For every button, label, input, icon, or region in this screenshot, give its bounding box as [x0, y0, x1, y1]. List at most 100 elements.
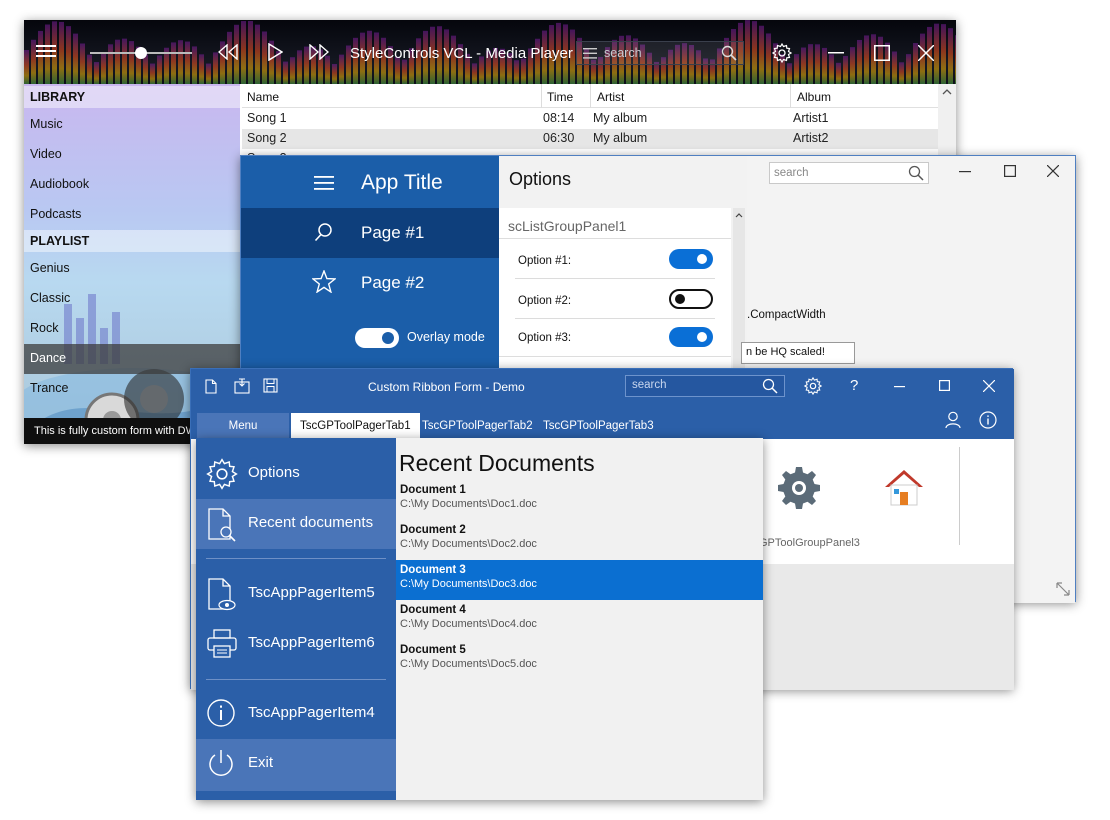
- new-document-icon[interactable]: [205, 379, 217, 394]
- equalizer-bar: [241, 21, 246, 84]
- equalizer-bar: [829, 54, 834, 84]
- sidebar-item-audiobook[interactable]: Audiobook: [24, 170, 240, 200]
- rewind-icon[interactable]: [218, 44, 238, 60]
- volume-slider[interactable]: [90, 47, 192, 59]
- table-cell-name: Song 1: [247, 111, 287, 125]
- close-icon[interactable]: [1047, 165, 1059, 177]
- scroll-up-icon[interactable]: [942, 89, 952, 95]
- nav-item-page-2[interactable]: Page #2: [361, 273, 424, 293]
- search-icon[interactable]: [721, 45, 737, 61]
- table-row[interactable]: Song 1 08:14 My album Artist1: [242, 109, 938, 129]
- equalizer-bar: [157, 55, 162, 84]
- equalizer-bar: [857, 39, 862, 84]
- minimize-icon[interactable]: [894, 386, 905, 388]
- gear-icon[interactable]: [772, 43, 792, 63]
- menu-lines-icon: [583, 48, 597, 59]
- equalizer-bar: [248, 20, 253, 84]
- equalizer-bar: [794, 54, 799, 84]
- sidebar-item-genius[interactable]: Genius: [24, 254, 240, 284]
- nav-item-page-1[interactable]: Page #1: [361, 223, 424, 243]
- volume-slider-thumb[interactable]: [135, 47, 147, 59]
- column-header-artist[interactable]: Artist: [597, 90, 624, 104]
- tab-menu[interactable]: Menu: [197, 413, 289, 439]
- column-header-time[interactable]: Time: [547, 90, 573, 104]
- sidebar-item-music[interactable]: Music: [24, 110, 240, 140]
- ribbon-window-title: Custom Ribbon Form - Demo: [368, 380, 525, 394]
- save-icon[interactable]: [263, 378, 278, 393]
- backstage-item-options[interactable]: Options: [196, 449, 396, 499]
- recent-documents-panel: Recent Documents Document 1 C:\My Documen…: [396, 438, 763, 800]
- open-folder-icon[interactable]: [234, 378, 250, 394]
- equalizer-bar: [108, 44, 113, 84]
- search-icon[interactable]: [908, 165, 924, 181]
- list-item[interactable]: Document 5 C:\My Documents\Doc5.doc: [396, 640, 763, 680]
- option-1-label: Option #1:: [518, 255, 572, 267]
- sidebar-item-video[interactable]: Video: [24, 140, 240, 170]
- backstage-item-exit[interactable]: Exit: [196, 739, 396, 791]
- maximize-icon[interactable]: [1004, 165, 1016, 177]
- tab-toolpager-3[interactable]: TscGPToolPagerTab3: [534, 413, 663, 439]
- column-header-album[interactable]: Album: [797, 90, 831, 104]
- close-icon[interactable]: [983, 380, 995, 392]
- tab-toolpager-2[interactable]: TscGPToolPagerTab2: [413, 413, 542, 439]
- settings-gear-icon[interactable]: [777, 465, 821, 509]
- list-item[interactable]: Document 4 C:\My Documents\Doc4.doc: [396, 600, 763, 640]
- info-icon[interactable]: [979, 411, 997, 429]
- search-field[interactable]: search: [769, 162, 929, 184]
- home-icon[interactable]: [883, 467, 925, 509]
- equalizer-bar: [87, 54, 92, 84]
- option-3-toggle[interactable]: [669, 327, 713, 347]
- tab-toolpager-1[interactable]: TscGPToolPagerTab1: [291, 413, 420, 439]
- sidebar-item-classic[interactable]: Classic: [24, 284, 240, 314]
- column-header-name[interactable]: Name: [247, 90, 279, 104]
- document-name: Document 5: [400, 644, 466, 656]
- star-icon[interactable]: [312, 270, 336, 293]
- library-header: LIBRARY: [24, 86, 240, 108]
- table-row[interactable]: Song 2 06:30 My album Artist2: [242, 129, 938, 149]
- document-path: C:\My Documents\Doc2.doc: [400, 538, 537, 550]
- scroll-up-icon[interactable]: [735, 213, 743, 218]
- backstage-item-pager-5[interactable]: TscAppPagerItem5: [196, 569, 396, 619]
- search-field[interactable]: search: [576, 41, 744, 65]
- maximize-icon[interactable]: [939, 380, 950, 391]
- sidebar-item-rock[interactable]: Rock: [24, 314, 240, 344]
- minimize-icon[interactable]: [828, 52, 844, 54]
- option-1-toggle[interactable]: [669, 249, 713, 269]
- resize-grip-icon[interactable]: [1055, 581, 1071, 597]
- ribbon-titlebar: Custom Ribbon Form - Demo search ?: [191, 369, 1014, 405]
- list-item[interactable]: Document 2 C:\My Documents\Doc2.doc: [396, 520, 763, 560]
- equalizer-bar: [339, 54, 344, 84]
- search-icon[interactable]: [314, 222, 334, 242]
- gear-icon: [206, 458, 238, 490]
- search-field[interactable]: search: [625, 375, 785, 397]
- backstage-item-recent-documents[interactable]: Recent documents: [196, 499, 396, 549]
- table-header: Name Time Artist Album: [242, 84, 938, 108]
- backstage-panel: Options Recent documents TscAppPagerItem…: [196, 438, 763, 800]
- equalizer-bar: [822, 47, 827, 84]
- toggle-knob: [697, 332, 707, 342]
- overlay-mode-label: Overlay mode: [407, 330, 485, 344]
- user-icon[interactable]: [945, 411, 961, 429]
- equalizer-bar: [899, 62, 904, 84]
- maximize-icon[interactable]: [874, 45, 890, 61]
- minimize-icon[interactable]: [959, 171, 971, 173]
- equalizer-bar: [255, 24, 260, 84]
- printer-icon: [206, 628, 238, 660]
- option-2-toggle[interactable]: [669, 289, 713, 309]
- play-icon[interactable]: [267, 43, 283, 61]
- ribbon-tab-bar: Menu TscGPToolPagerTab1 TscGPToolPagerTa…: [191, 405, 1014, 439]
- equalizer-bar: [906, 54, 911, 84]
- equalizer-bar: [283, 61, 288, 84]
- backstage-item-pager-4[interactable]: TscAppPagerItem4: [196, 689, 396, 739]
- gear-icon[interactable]: [804, 377, 822, 395]
- list-item[interactable]: Document 3 C:\My Documents\Doc3.doc: [396, 560, 763, 600]
- sidebar-item-podcasts[interactable]: Podcasts: [24, 200, 240, 230]
- list-item[interactable]: Document 1 C:\My Documents\Doc1.doc: [396, 480, 763, 520]
- help-icon[interactable]: ?: [850, 377, 858, 394]
- close-icon[interactable]: [918, 45, 934, 61]
- hamburger-menu-icon[interactable]: [314, 176, 334, 190]
- hamburger-menu-icon[interactable]: [36, 43, 56, 59]
- search-icon[interactable]: [762, 378, 778, 394]
- fast-forward-icon[interactable]: [309, 44, 329, 60]
- backstage-item-pager-6[interactable]: TscAppPagerItem6: [196, 619, 396, 669]
